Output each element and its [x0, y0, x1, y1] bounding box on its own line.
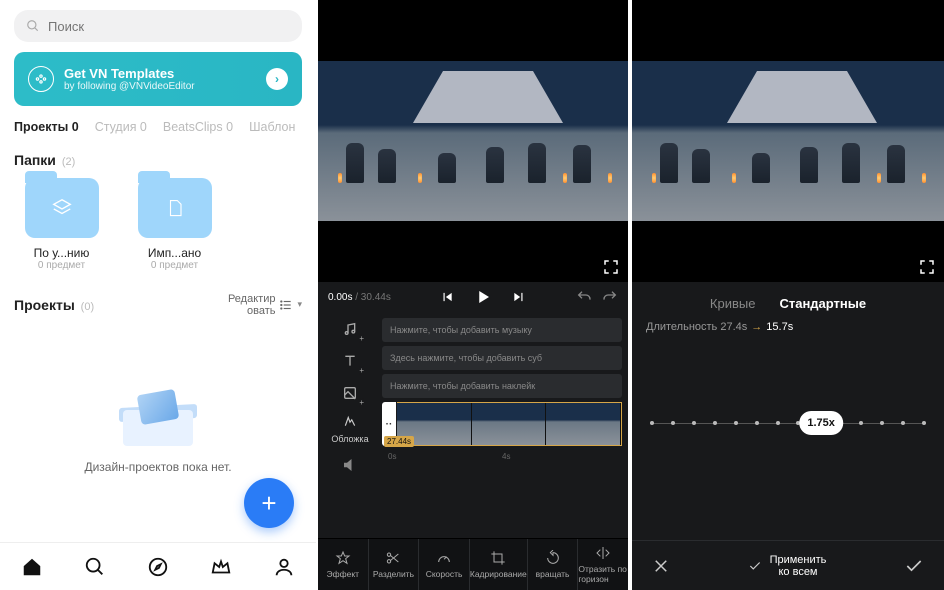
tool-crop[interactable]: Кадрирование [469, 539, 527, 590]
folder-name: По у...нию [14, 246, 109, 260]
video-preview[interactable] [318, 0, 628, 282]
prev-frame-button[interactable] [440, 290, 454, 304]
tracks: Нажмите, чтобы добавить музыку Здесь наж… [382, 312, 628, 538]
tab-beatsclips[interactable]: BeatsClips 0 [163, 120, 233, 134]
timeline-area: 0.00s / 30.44s + + + Обложка Нажмите, [318, 282, 628, 590]
text-track-hint[interactable]: Здесь нажмите, чтобы добавить суб [382, 346, 622, 370]
cover-button[interactable] [339, 414, 361, 428]
projects-heading: Проекты (0) [14, 297, 94, 313]
sticker-track-hint[interactable]: Нажмите, чтобы добавить наклейк [382, 374, 622, 398]
duration-info: Длительность 27.4s→15.7s [646, 321, 930, 333]
folders-heading: Папки (2) [14, 152, 302, 168]
crop-icon [490, 550, 506, 566]
promo-title: Get VN Templates [64, 66, 256, 81]
confirm-button[interactable] [904, 556, 924, 576]
add-sticker-icon[interactable]: + [339, 382, 361, 404]
compass-icon [147, 556, 169, 578]
timecode: 0.00s / 30.44s [328, 292, 391, 303]
apply-bar: Применить ко всем [632, 540, 944, 590]
search-input[interactable] [48, 19, 290, 34]
folders-row: По у...нию 0 предмет Имп...ано 0 предмет [14, 178, 302, 271]
search-bar[interactable] [14, 10, 302, 42]
promo-banner[interactable]: Get VN Templates by following @VNVideoEd… [14, 52, 302, 106]
new-project-button[interactable]: + [244, 478, 294, 528]
search-icon [26, 19, 40, 33]
nav-home[interactable] [21, 556, 43, 578]
clip-duration-badge: 27.44s [384, 436, 414, 447]
expand-icon[interactable] [918, 258, 936, 276]
folder-sub: 0 предмет [127, 260, 222, 271]
tab-projects[interactable]: Проекты 0 [14, 120, 79, 134]
list-icon [279, 298, 293, 312]
panel-editor: 0.00s / 30.44s + + + Обложка Нажмите, [318, 0, 628, 590]
nav-profile[interactable] [273, 556, 295, 578]
undo-button[interactable] [576, 289, 592, 305]
speed-value[interactable]: 1.75x [799, 411, 843, 435]
folder-default[interactable]: По у...нию 0 предмет [14, 178, 109, 271]
nav-search[interactable] [84, 556, 106, 578]
volume-icon[interactable] [339, 454, 361, 476]
tab-standard[interactable]: Стандартные [779, 296, 866, 311]
home-icon [21, 556, 43, 578]
track-icons-column: + + + Обложка [318, 312, 382, 538]
apply-all-button[interactable]: Применить ко всем [748, 554, 827, 578]
rotate-icon [545, 550, 561, 566]
tab-template[interactable]: Шаблон [249, 120, 295, 134]
tool-speed[interactable]: Скорость [418, 539, 469, 590]
scissors-icon [385, 550, 401, 566]
empty-illustration [113, 386, 203, 446]
video-frame [632, 61, 944, 221]
crown-icon [210, 556, 232, 578]
panel-home: Get VN Templates by following @VNVideoEd… [0, 0, 316, 590]
empty-text: Дизайн-проектов пока нет. [84, 460, 231, 474]
video-clip[interactable]: ·· 27.44s [382, 402, 622, 446]
promo-subtitle: by following @VNVideoEditor [64, 81, 256, 92]
folder-imported[interactable]: Имп...ано 0 предмет [127, 178, 222, 271]
tab-curves[interactable]: Кривые [710, 296, 756, 311]
nav-premium[interactable] [210, 556, 232, 578]
add-text-icon[interactable]: + [339, 350, 361, 372]
chevron-right-icon: › [266, 68, 288, 90]
time-ruler: 0s4s [382, 450, 622, 464]
tool-split[interactable]: Разделить [368, 539, 419, 590]
file-icon [138, 178, 212, 238]
cancel-button[interactable] [652, 557, 670, 575]
flip-icon [595, 545, 611, 561]
add-music-icon[interactable]: + [339, 318, 361, 340]
speed-mode-tabs: Кривые Стандартные [646, 296, 930, 311]
folder-sub: 0 предмет [14, 260, 109, 271]
panel-speed: Кривые Стандартные Длительность 27.4s→15… [632, 0, 944, 590]
editor-toolbar: Эффект Разделить Скорость Кадрирование в… [318, 538, 628, 590]
check-small-icon [748, 559, 762, 573]
bottom-nav [0, 542, 316, 590]
tool-effect[interactable]: Эффект [318, 539, 368, 590]
category-tabs: Проекты 0 Студия 0 BeatsClips 0 Шаблон [14, 120, 302, 134]
tab-studio[interactable]: Студия 0 [95, 120, 147, 134]
layers-icon [25, 178, 99, 238]
video-frame [318, 61, 628, 221]
expand-icon[interactable] [602, 258, 620, 276]
redo-button[interactable] [602, 289, 618, 305]
folder-name: Имп...ано [127, 246, 222, 260]
music-track-hint[interactable]: Нажмите, чтобы добавить музыку [382, 318, 622, 342]
gauge-icon [436, 550, 452, 566]
speed-slider[interactable]: 1.75x [650, 403, 926, 443]
play-button[interactable] [474, 288, 492, 306]
video-preview[interactable] [632, 0, 944, 282]
cover-label: Обложка [331, 434, 368, 444]
edit-button[interactable]: Редактир овать ▾ [228, 293, 302, 317]
templates-icon [28, 66, 54, 92]
user-icon [273, 556, 295, 578]
star-icon [335, 550, 351, 566]
tool-flip[interactable]: Отразить по горизон [577, 539, 628, 590]
speed-panel: Кривые Стандартные Длительность 27.4s→15… [632, 282, 944, 590]
search-icon [84, 556, 106, 578]
next-frame-button[interactable] [512, 290, 526, 304]
nav-explore[interactable] [147, 556, 169, 578]
tool-rotate[interactable]: вращать [527, 539, 578, 590]
